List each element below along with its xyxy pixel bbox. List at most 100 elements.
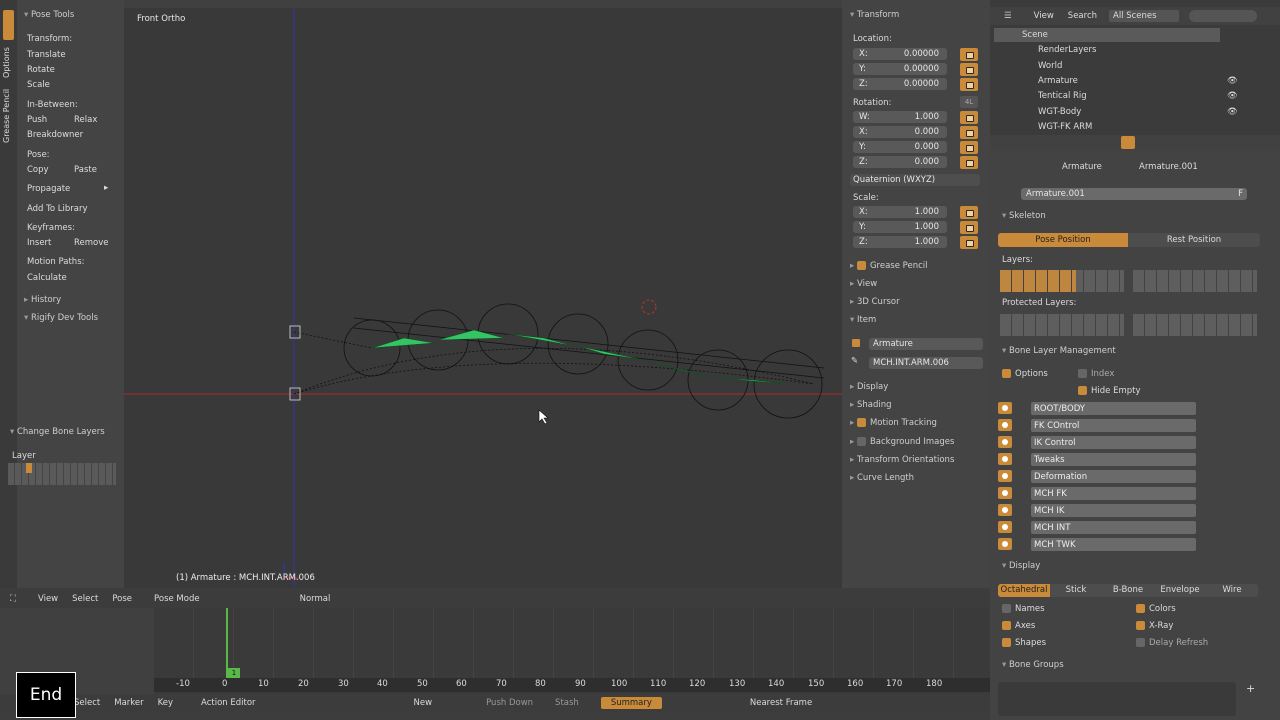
index-checkbox[interactable] [1078,369,1087,378]
bone-layer-mch-fk[interactable]: MCH FK [1031,487,1196,500]
background-images-checkbox[interactable] [856,437,866,446]
mode-select[interactable]: Pose Mode [154,594,200,604]
lock-icon[interactable] [960,63,978,76]
outliner-armature-label[interactable]: Armature [1038,76,1078,86]
dopesheet-key-menu[interactable]: Key [158,698,173,708]
delay-refresh-checkbox[interactable] [1136,638,1145,647]
viewport-canvas[interactable] [124,8,842,588]
lock-icon[interactable] [960,126,978,139]
xray-toggle[interactable]: X-Ray [1136,621,1173,631]
lock-icon[interactable] [960,236,978,249]
outliner-world-label[interactable]: World [1038,61,1062,71]
axes-toggle[interactable]: Axes [1002,621,1035,631]
outliner-display-mode[interactable]: All Scenes [1109,10,1179,22]
layer-visibility-eye-icon[interactable] [998,487,1012,499]
visibility-eye-icon[interactable]: 👁 [1227,76,1238,86]
viewport-pose-menu[interactable]: Pose [112,594,132,604]
view-panel-header[interactable]: View [850,279,877,289]
protected-layers-grid-left[interactable] [1000,314,1124,336]
insert-button[interactable]: Insert [27,238,51,248]
add-bone-group-icon[interactable]: + [1246,682,1255,695]
snap-select[interactable]: Nearest Frame [750,698,812,708]
location-x-field[interactable]: X: 0.00000 [853,48,947,60]
location-z-field[interactable]: Z: 0.00000 [853,78,947,90]
layer-visibility-eye-icon[interactable] [998,402,1012,414]
outliner-search-menu[interactable]: Search [1068,11,1097,21]
visibility-eye-icon[interactable]: 👁 [1227,91,1238,101]
shading-select[interactable]: Normal [300,594,331,604]
index-toggle[interactable]: Index [1078,369,1114,379]
colors-toggle[interactable]: Colors [1136,604,1176,614]
bone-groups-header[interactable]: Bone Groups [1002,660,1064,670]
bone-layer-management-header[interactable]: Bone Layer Management [1002,346,1116,356]
hide-empty-toggle[interactable]: Hide Empty [1078,386,1141,396]
hide-empty-checkbox[interactable] [1078,386,1087,395]
axes-checkbox[interactable] [1002,621,1011,630]
names-toggle[interactable]: Names [1002,604,1045,614]
layer-visibility-eye-icon[interactable] [998,419,1012,431]
bone-layer-mch-ik[interactable]: MCH IK [1031,504,1196,517]
dopesheet-marker-menu[interactable]: Marker [114,698,143,708]
copy-button[interactable]: Copy [27,165,49,175]
frame-area[interactable] [154,608,990,678]
translate-button[interactable]: Translate [27,50,66,60]
pose-tools-header[interactable]: Pose Tools [24,10,74,20]
propagate-button[interactable]: Propagate [27,184,70,194]
3d-cursor-panel-header[interactable]: 3D Cursor [850,297,900,307]
bone-layer-fk-control[interactable]: FK COntrol [1031,419,1196,432]
push-down-button[interactable]: Push Down [486,698,533,708]
scale-x-field[interactable]: X: 1.000 [853,206,947,218]
skeleton-panel-header[interactable]: Skeleton [1002,211,1046,221]
stash-button[interactable]: Stash [555,698,579,708]
layer-visibility-eye-icon[interactable] [998,470,1012,482]
relax-button[interactable]: Relax [74,115,97,125]
breakdowner-button[interactable]: Breakdowner [27,130,83,140]
display-stick-button[interactable]: Stick [1050,584,1102,597]
motion-tracking-panel-header[interactable]: Motion Tracking [850,418,937,428]
layer-visibility-eye-icon[interactable] [998,521,1012,533]
lock-icon[interactable] [960,111,978,124]
outliner-view-menu[interactable]: View [1034,11,1054,21]
bone-layer-ik-control[interactable]: IK Control [1031,436,1196,449]
rotation-mode-select[interactable]: Quaternion (WXYZ) [850,174,980,186]
lock-icon[interactable] [960,156,978,169]
outliner-search-input[interactable] [1188,10,1257,22]
lock-icon[interactable] [960,141,978,154]
push-button[interactable]: Push [27,115,47,125]
bone-layer-tweaks[interactable]: Tweaks [1031,453,1196,466]
add-to-library-button[interactable]: Add To Library [27,204,88,214]
new-action-button[interactable]: New [414,698,433,708]
paste-button[interactable]: Paste [74,165,97,175]
layer-visibility-eye-icon[interactable] [998,538,1012,550]
viewport-view-menu[interactable]: View [38,594,58,604]
viewport-select-menu[interactable]: Select [72,594,98,604]
rotate-button[interactable]: Rotate [27,65,55,75]
layer-visibility-eye-icon[interactable] [998,436,1012,448]
display-bbone-button[interactable]: B-Bone [1102,584,1154,597]
lock-icon[interactable] [960,221,978,234]
options-toggle[interactable]: Options [1002,369,1048,379]
editor-type-icon[interactable]: ⛶ [10,594,16,604]
layer-visibility-eye-icon[interactable] [998,504,1012,516]
remove-button[interactable]: Remove [74,238,109,248]
bone-layer-root-body[interactable]: ROOT/BODY [1031,402,1196,415]
outliner-renderlayers-label[interactable]: RenderLayers [1038,45,1096,55]
calculate-button[interactable]: Calculate [27,273,67,283]
layer-visibility-eye-icon[interactable] [998,453,1012,465]
transform-panel-header[interactable]: Transform [850,10,899,20]
change-bone-layers-header[interactable]: Change Bone Layers [10,427,105,437]
bone-layer-mch-int[interactable]: MCH INT [1031,521,1196,534]
rotation-z-field[interactable]: Z: 0.000 [853,156,947,168]
pose-position-button[interactable]: Pose Position [998,233,1128,247]
bone-name-field[interactable]: MCH.INT.ARM.006 [869,357,983,369]
display-envelope-button[interactable]: Envelope [1154,584,1206,597]
curve-length-panel-header[interactable]: Curve Length [850,473,914,483]
motion-tracking-checkbox[interactable] [856,418,866,427]
names-checkbox[interactable] [1002,604,1011,613]
outliner-tentical-rig-label[interactable]: Tentical Rig [1038,91,1087,101]
tab-tools[interactable] [3,10,14,40]
tab-grease-pencil[interactable]: Grease Pencil [2,88,11,143]
rigify-dev-tools-header[interactable]: Rigify Dev Tools [24,313,98,323]
transform-orientations-panel-header[interactable]: Transform Orientations [850,455,954,465]
grease-pencil-checkbox[interactable] [856,261,866,270]
